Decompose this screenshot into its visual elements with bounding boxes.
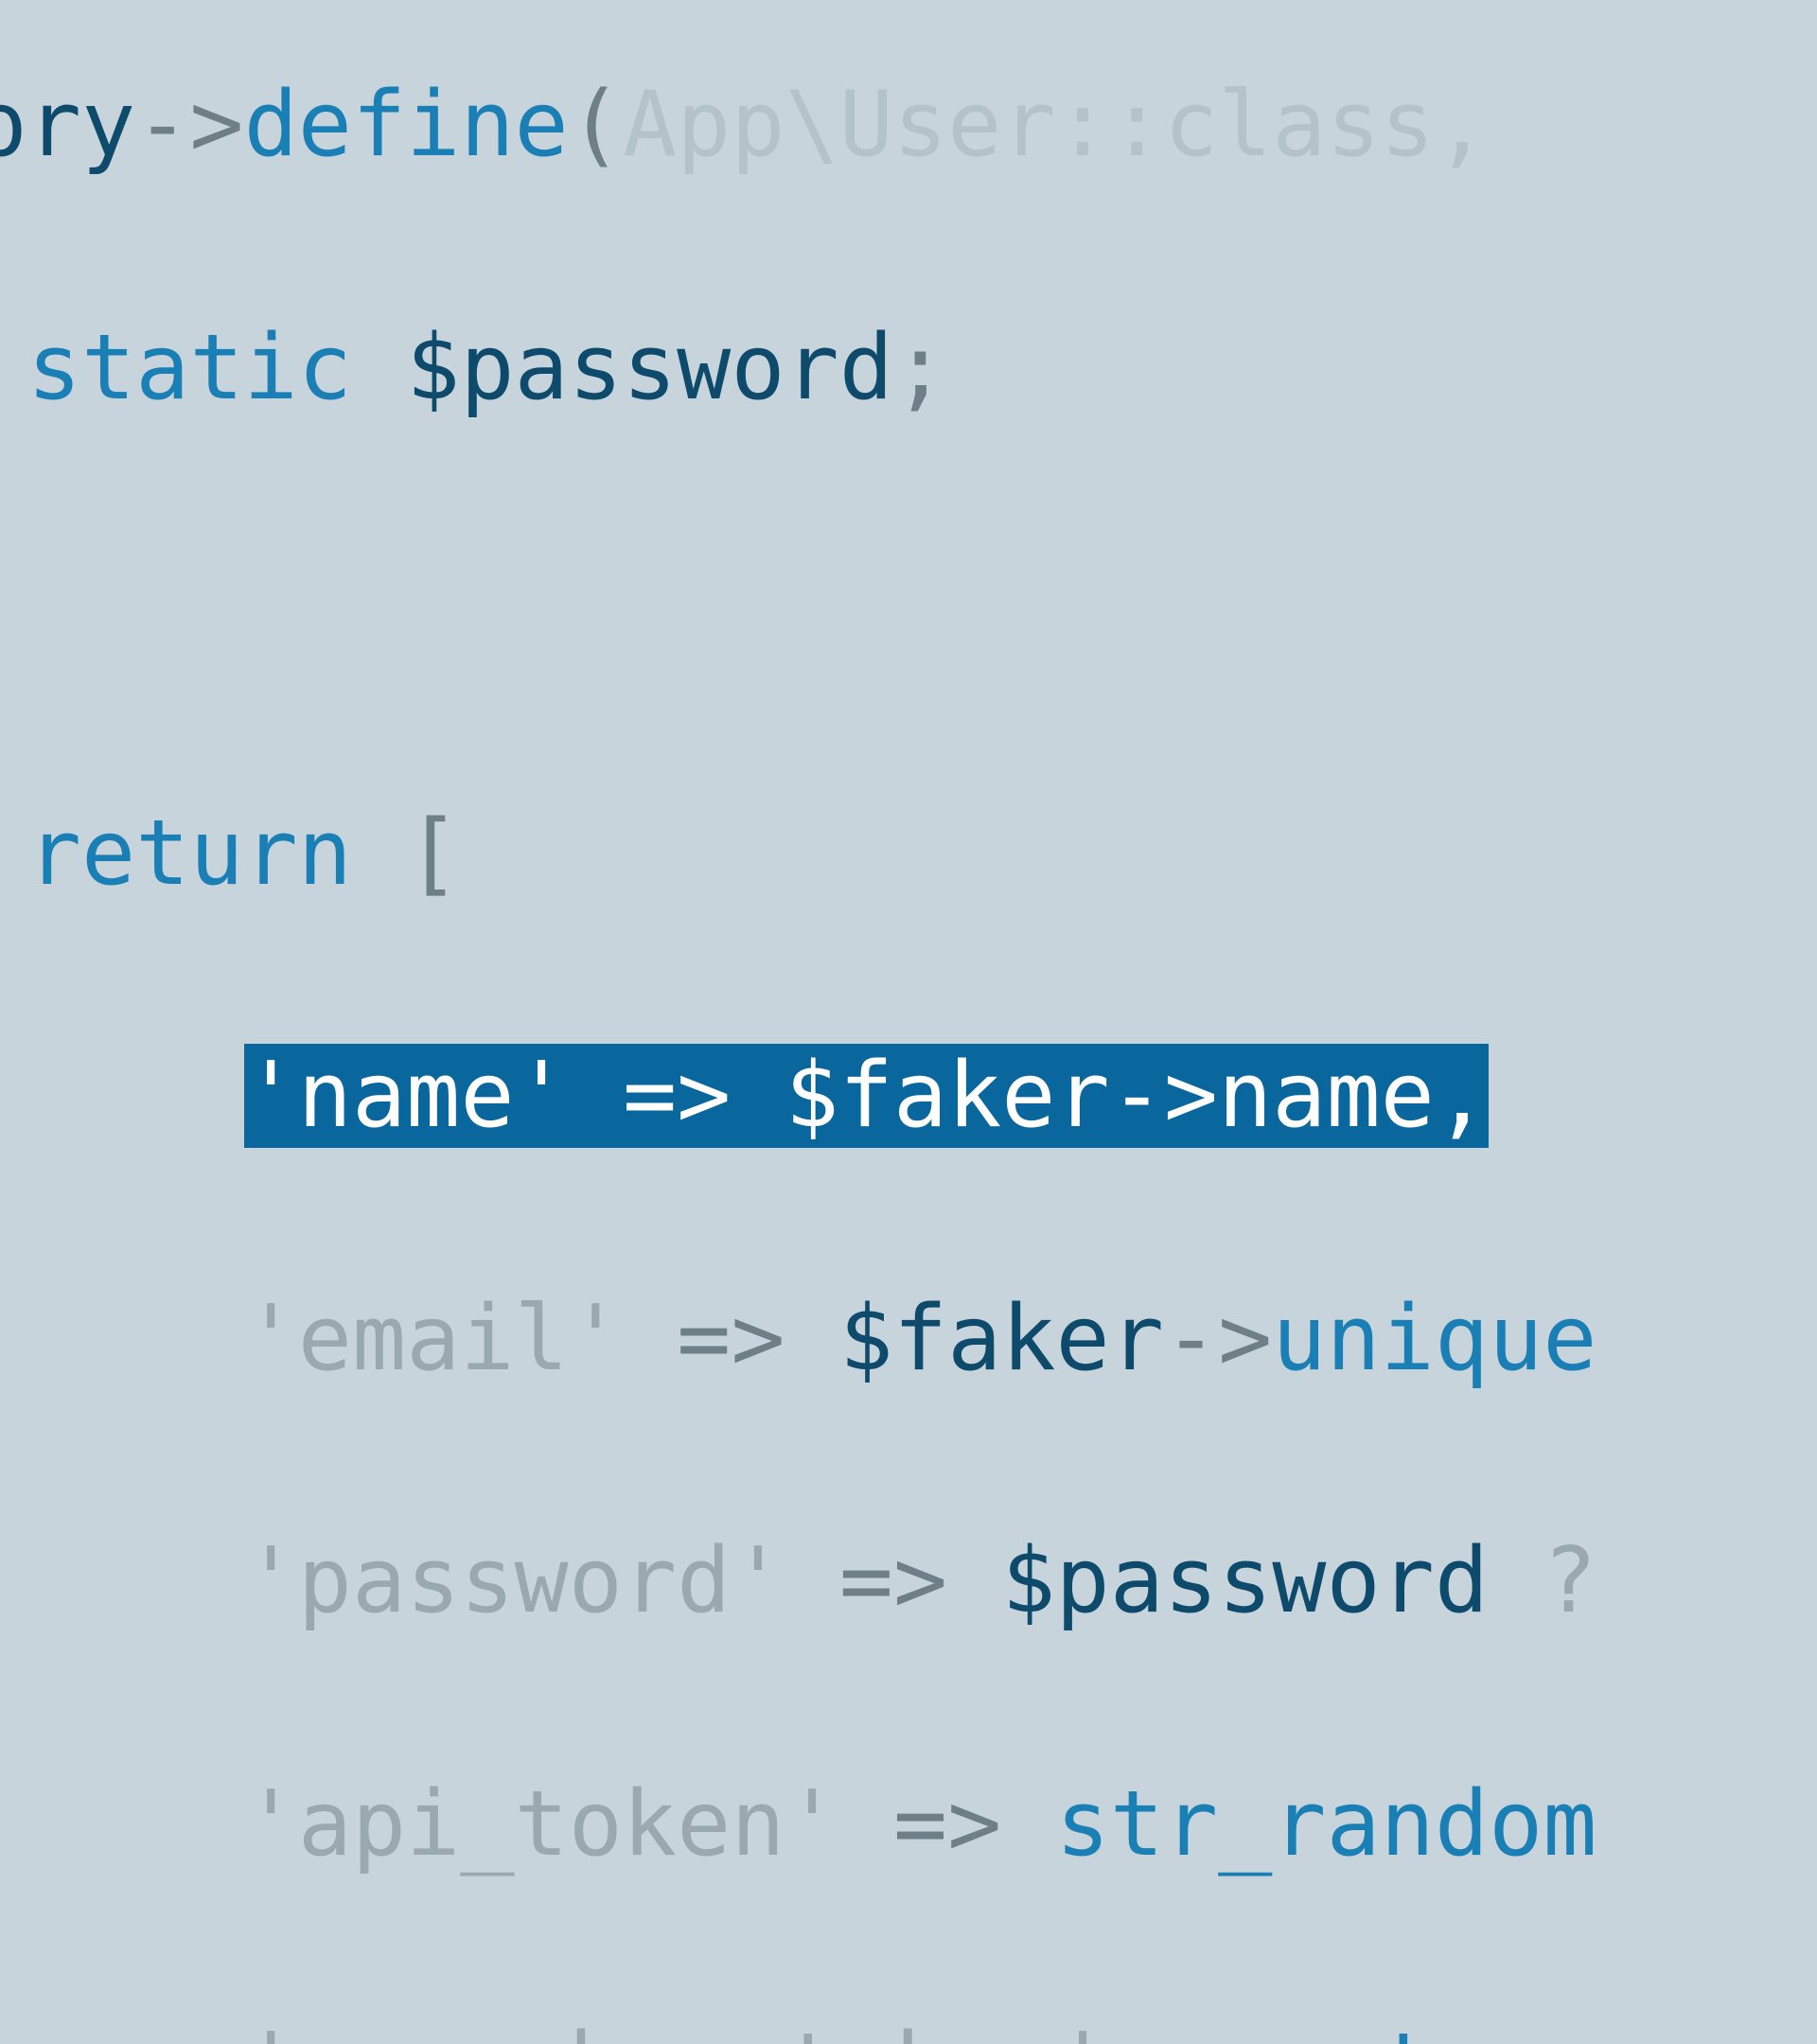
token-string-key: 'password'	[244, 1529, 785, 1633]
space	[569, 1044, 623, 1148]
token-arrow: ->	[135, 73, 243, 177]
token-fat-arrow: =>	[893, 1772, 1001, 1877]
token-variable: $faker	[839, 1287, 1164, 1391]
space	[1489, 1529, 1543, 1633]
space	[839, 1772, 893, 1877]
token-member: name	[1218, 1044, 1435, 1148]
code-line-4[interactable]: return [	[0, 793, 1596, 914]
token-keyword-return: return	[27, 802, 352, 906]
space	[947, 1529, 1001, 1633]
token-namespace: App	[623, 73, 785, 177]
indent	[0, 1529, 244, 1633]
code-line-5[interactable]: 'name' => $faker->name,	[0, 1035, 1596, 1156]
token-string-key: 'name'	[244, 1044, 569, 1148]
code-line-6[interactable]: 'email' => $faker->unique	[0, 1278, 1596, 1400]
token-identifier: actory	[0, 73, 135, 177]
code-line-2[interactable]: static $password;	[0, 308, 1596, 429]
space	[1110, 2015, 1164, 2044]
space	[731, 1044, 785, 1148]
indent	[0, 1044, 244, 1148]
code-editor[interactable]: actory->define(App\User::class, static $…	[0, 0, 1596, 2044]
code-line-8[interactable]: 'api_token' => str_random	[0, 1764, 1596, 1885]
indent	[0, 1287, 244, 1391]
space	[623, 1287, 677, 1391]
token-class-kw: class	[1164, 73, 1435, 177]
code-line-1[interactable]: actory->define(App\User::class,	[0, 64, 1596, 185]
code-line-3[interactable]	[0, 550, 1596, 671]
space	[352, 316, 406, 420]
indent	[0, 316, 27, 420]
token-function: define	[244, 73, 569, 177]
token-arrow: ->	[1110, 1044, 1218, 1148]
token-member: unique	[1272, 1287, 1596, 1391]
token-paren: (	[569, 73, 623, 177]
space	[785, 1529, 839, 1633]
token-fat-arrow: =>	[839, 1529, 947, 1633]
token-operator-q: ?	[1543, 1529, 1596, 1633]
indent	[0, 802, 27, 906]
token-variable: $password	[1001, 1529, 1489, 1633]
indent	[0, 2015, 244, 2044]
token-string-key: 'remember_token'	[244, 2015, 1110, 2044]
token-variable: $password	[406, 316, 893, 420]
token-keyword-static: static	[27, 316, 352, 420]
token-semicolon: ;	[893, 316, 947, 420]
token-fat-arrow: =>	[1164, 2015, 1272, 2044]
space	[1272, 2015, 1326, 2044]
token-comma: ,	[1435, 73, 1489, 177]
token-comma: ,	[1435, 1044, 1489, 1148]
code-line-7[interactable]: 'password' => $password ?	[0, 1521, 1596, 1642]
token-arrow: ->	[1164, 1287, 1272, 1391]
token-ns-sep: \	[785, 73, 839, 177]
token-fat-arrow: =>	[677, 1287, 785, 1391]
token-class: User	[839, 73, 1056, 177]
space	[785, 1287, 839, 1391]
space	[1001, 1772, 1055, 1877]
space	[352, 802, 406, 906]
code-line-9[interactable]: 'remember_token' => str_r	[0, 2006, 1596, 2044]
token-string-key: 'api_token'	[244, 1772, 839, 1877]
selection-highlight[interactable]: 'name' => $faker->name,	[244, 1044, 1490, 1148]
indent	[0, 1772, 244, 1877]
token-scope: ::	[1056, 73, 1164, 177]
token-bracket: [	[406, 802, 460, 906]
token-fat-arrow: =>	[623, 1044, 731, 1148]
token-function: str_r	[1326, 2015, 1596, 2044]
token-variable: $faker	[785, 1044, 1110, 1148]
token-string-key: 'email'	[244, 1287, 623, 1391]
token-function: str_random	[1056, 1772, 1597, 1877]
